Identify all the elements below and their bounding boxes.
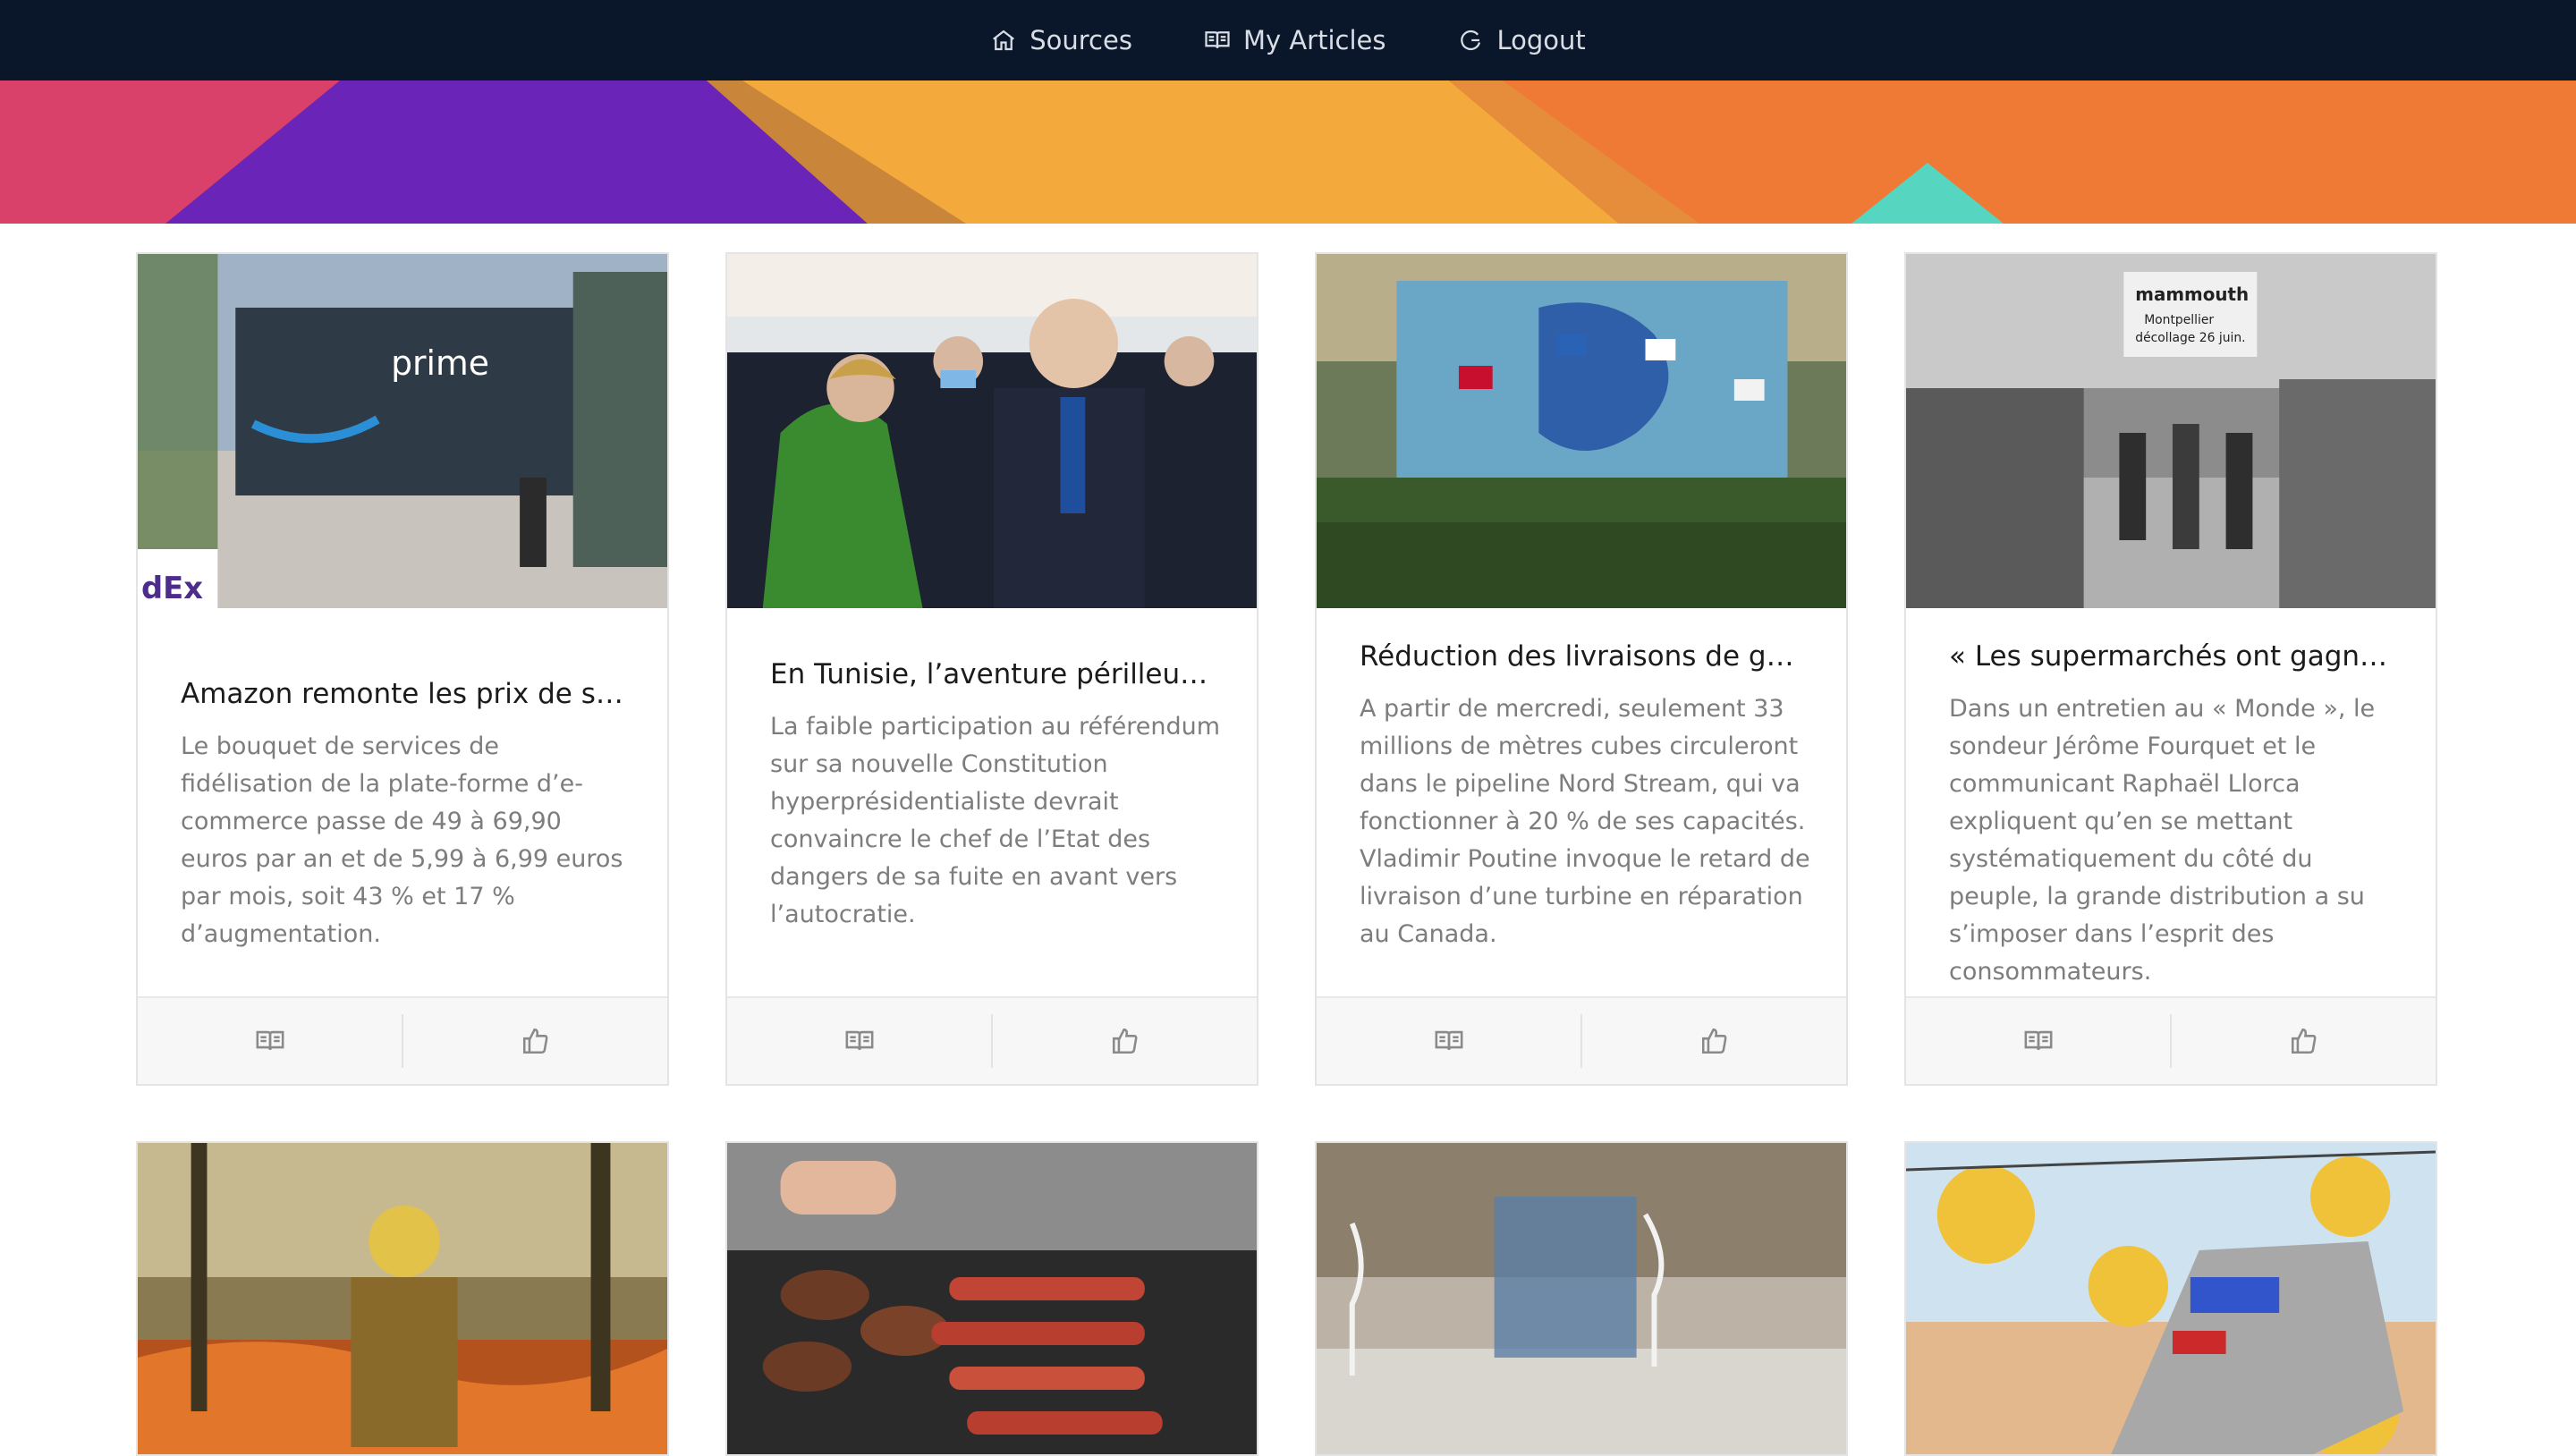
hero-banner [0, 80, 2576, 224]
book-icon [2024, 1030, 2052, 1050]
article-summary: La faible participation au référendum su… [770, 713, 1221, 928]
article-image [727, 254, 1257, 608]
nav-sources[interactable]: Sources [990, 25, 1132, 55]
article-card[interactable]: En Tunisie, l’aventure périlleuse... La … [725, 252, 1258, 1086]
read-button[interactable] [1317, 998, 1580, 1084]
article-card[interactable]: mammouth Montpellier décollage 26 juin. … [1904, 252, 2437, 1086]
book-icon [1205, 31, 1230, 48]
logout-icon [1461, 30, 1481, 51]
article-summary: Le bouquet de services de fidélisation d… [181, 732, 623, 948]
like-button[interactable] [1580, 1014, 1846, 1068]
card-actions [1906, 996, 2436, 1084]
home-icon [993, 30, 1015, 51]
thumbs-up-icon [1112, 1028, 1137, 1054]
article-image [138, 1143, 667, 1454]
svg-text:mammouth: mammouth [2135, 284, 2249, 305]
read-button[interactable] [138, 998, 402, 1084]
card-actions [138, 996, 667, 1084]
article-summary: Dans un entretien au « Monde », le sonde… [1949, 695, 2376, 986]
article-title[interactable]: Réduction des livraisons de gaz... [1360, 640, 1810, 673]
nav-my-articles[interactable]: My Articles [1204, 25, 1386, 55]
article-image [1906, 1143, 2436, 1454]
article-title[interactable]: Amazon remonte les prix de so... [181, 678, 631, 710]
nav-logout-label: Logout [1496, 25, 1586, 55]
article-card[interactable] [136, 1141, 669, 1456]
book-icon [1435, 1030, 1462, 1050]
top-navbar: Sources My Articles Logout [0, 0, 2576, 80]
like-button[interactable] [991, 1014, 1257, 1068]
article-image: mammouth Montpellier décollage 26 juin. [1906, 254, 2436, 608]
article-title[interactable]: En Tunisie, l’aventure périlleuse... [770, 658, 1221, 690]
thumbs-up-icon [1701, 1028, 1726, 1054]
article-card[interactable]: prime dEx Amazon remonte les prix de so.… [136, 252, 669, 1086]
like-button[interactable] [402, 1014, 667, 1068]
nav-sources-label: Sources [1030, 25, 1132, 55]
card-actions [1317, 996, 1846, 1084]
book-icon [845, 1030, 873, 1050]
article-image [727, 1143, 1257, 1454]
thumbs-up-icon [522, 1028, 547, 1054]
article-card[interactable] [725, 1141, 1258, 1456]
nav-logout[interactable]: Logout [1457, 25, 1586, 55]
read-button[interactable] [1906, 998, 2170, 1084]
nav-my-articles-label: My Articles [1242, 25, 1386, 55]
article-title[interactable]: « Les supermarchés ont gagné ... [1949, 640, 2400, 673]
article-card[interactable]: Réduction des livraisons de gaz... A par… [1315, 252, 1848, 1086]
svg-text:décollage 26 juin.: décollage 26 juin. [2135, 331, 2245, 345]
article-summary: A partir de mercredi, seulement 33 milli… [1360, 695, 1810, 948]
article-image [1317, 254, 1846, 608]
article-card[interactable] [1904, 1141, 2437, 1456]
article-image: prime dEx [138, 254, 667, 608]
prime-logo-text: prime [391, 343, 489, 383]
article-image [1317, 1143, 1846, 1454]
article-card[interactable] [1315, 1141, 1848, 1456]
read-button[interactable] [727, 998, 991, 1084]
like-button[interactable] [2170, 1014, 2436, 1068]
book-icon [256, 1030, 284, 1050]
thumbs-up-icon [2291, 1028, 2316, 1054]
card-actions [727, 996, 1257, 1084]
svg-text:dEx: dEx [141, 571, 203, 605]
svg-text:Montpellier: Montpellier [2144, 313, 2214, 327]
